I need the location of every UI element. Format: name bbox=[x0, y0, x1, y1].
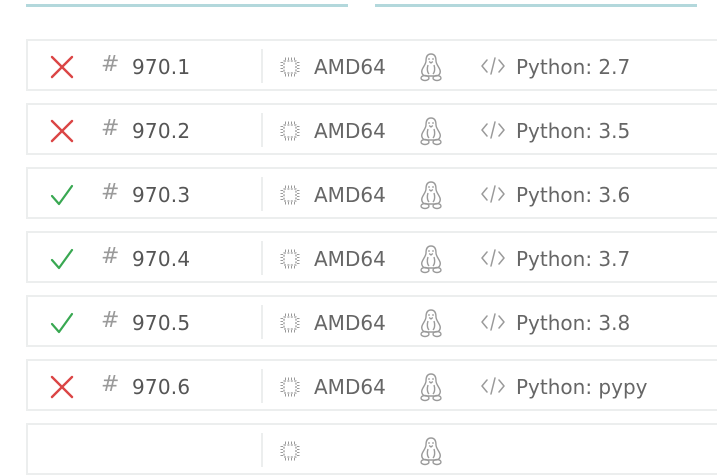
job-language: Python: 3.7 bbox=[516, 247, 631, 271]
tab-underline-left bbox=[26, 4, 348, 7]
hash-icon: # bbox=[101, 372, 120, 397]
hash-icon: # bbox=[101, 180, 120, 205]
divider bbox=[261, 241, 263, 275]
job-number[interactable]: 970.2 bbox=[132, 118, 190, 144]
job-number[interactable]: 970.3 bbox=[132, 182, 190, 208]
cpu-icon bbox=[280, 57, 300, 77]
job-number[interactable]: 970.5 bbox=[132, 310, 190, 336]
code-icon bbox=[481, 313, 505, 331]
job-arch: AMD64 bbox=[314, 183, 386, 207]
job-arch: AMD64 bbox=[314, 311, 386, 335]
job-number[interactable]: 970.1 bbox=[132, 54, 190, 80]
job-arch: AMD64 bbox=[314, 247, 386, 271]
hash-icon: # bbox=[101, 244, 120, 269]
job-number[interactable]: 970.4 bbox=[132, 246, 190, 272]
divider bbox=[261, 177, 263, 211]
job-language: Python: 3.8 bbox=[516, 311, 631, 335]
linux-penguin-icon bbox=[420, 309, 442, 338]
tab-underline-right bbox=[375, 4, 697, 7]
cpu-icon bbox=[280, 121, 300, 141]
job-row[interactable]: # 970.6 AMD64 Python: pypy bbox=[26, 359, 717, 411]
job-language: Python: 3.5 bbox=[516, 119, 631, 143]
job-row[interactable]: # 970.3 AMD64 Python: 3.6 bbox=[26, 167, 717, 219]
hash-icon: # bbox=[101, 52, 120, 77]
cpu-icon bbox=[280, 377, 300, 397]
code-icon bbox=[481, 121, 505, 139]
code-icon bbox=[481, 185, 505, 203]
job-language: Python: 3.6 bbox=[516, 183, 631, 207]
cpu-icon bbox=[280, 185, 300, 205]
linux-penguin-icon bbox=[420, 437, 442, 466]
linux-penguin-icon bbox=[420, 373, 442, 402]
job-row[interactable]: # 970.4 AMD64 Python: 3.7 bbox=[26, 231, 717, 283]
linux-penguin-icon bbox=[420, 181, 442, 210]
linux-penguin-icon bbox=[420, 117, 442, 146]
checkmark-icon bbox=[50, 184, 74, 206]
cpu-icon bbox=[280, 313, 300, 333]
job-row[interactable]: # 970.1 AMD64 Python: 2.7 bbox=[26, 39, 717, 91]
divider bbox=[261, 369, 263, 403]
divider bbox=[261, 305, 263, 339]
divider bbox=[261, 49, 263, 83]
code-icon bbox=[481, 377, 505, 395]
job-language: Python: 2.7 bbox=[516, 55, 631, 79]
checkmark-icon bbox=[50, 248, 74, 270]
job-language: Python: pypy bbox=[516, 375, 648, 399]
job-arch: AMD64 bbox=[314, 375, 386, 399]
job-row[interactable]: # 970.2 AMD64 Python: 3.5 bbox=[26, 103, 717, 155]
job-row[interactable]: # 970.5 AMD64 Python: 3.8 bbox=[26, 295, 717, 347]
job-arch: AMD64 bbox=[314, 119, 386, 143]
job-arch: AMD64 bbox=[314, 55, 386, 79]
hash-icon: # bbox=[101, 116, 120, 141]
x-icon bbox=[50, 55, 74, 79]
checkmark-icon bbox=[50, 312, 74, 334]
code-icon bbox=[481, 249, 505, 267]
cpu-icon bbox=[280, 249, 300, 269]
job-row-partial[interactable] bbox=[26, 423, 717, 475]
x-icon bbox=[50, 375, 74, 399]
job-number[interactable]: 970.6 bbox=[132, 374, 190, 400]
divider bbox=[261, 433, 263, 467]
divider bbox=[261, 113, 263, 147]
linux-penguin-icon bbox=[420, 53, 442, 82]
hash-icon: # bbox=[101, 308, 120, 333]
cpu-icon bbox=[280, 441, 300, 461]
code-icon bbox=[481, 57, 505, 75]
x-icon bbox=[50, 119, 74, 143]
linux-penguin-icon bbox=[420, 245, 442, 274]
